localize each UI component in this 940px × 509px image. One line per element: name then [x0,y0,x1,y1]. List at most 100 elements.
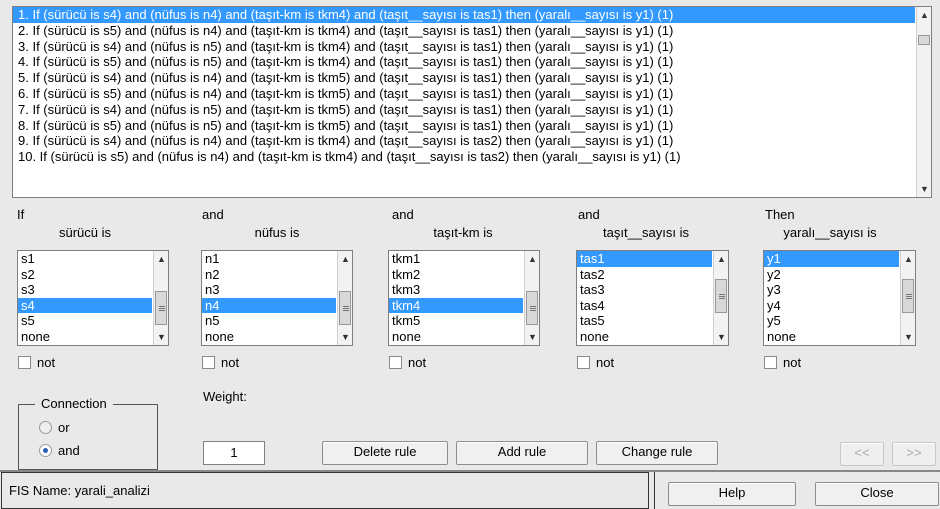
yarali-sayisi-option[interactable]: y2 [764,267,899,283]
radio-or-icon[interactable] [39,421,52,434]
nufus-option[interactable]: none [202,329,336,345]
surucu-title: sürücü is [58,225,112,240]
rule-item[interactable]: 7. If (sürücü is s4) and (nüfus is n5) a… [13,102,931,118]
tasit-sayisi-option[interactable]: tas1 [577,251,712,267]
scroll-thumb[interactable] [339,291,351,325]
surucu-option[interactable]: s1 [18,251,152,267]
scroll-down-icon[interactable]: ▼ [156,331,167,343]
tasit-sayisi-not-checkbox[interactable]: not [577,355,614,370]
scroll-thumb[interactable] [155,291,167,325]
rule-item[interactable]: 5. If (sürücü is s4) and (nüfus is n4) a… [13,70,931,86]
tasit-sayisi-scrollbar[interactable]: ▲ ▼ [713,251,728,345]
yarali-sayisi-option[interactable]: y1 [764,251,899,267]
surucu-option[interactable]: none [18,329,152,345]
close-button[interactable]: Close [815,482,939,506]
scroll-down-icon[interactable]: ▼ [527,331,538,343]
weight-label: Weight: [203,389,247,404]
surucu-listbox[interactable]: s1 s2 s3 s4 s5 none ▲ ▼ [17,250,169,346]
scroll-thumb[interactable] [902,279,914,313]
tasit-km-option[interactable]: tkm2 [389,267,523,283]
scroll-up-icon[interactable]: ▲ [340,253,351,265]
rule-item[interactable]: 10. If (sürücü is s5) and (nüfus is n4) … [13,149,931,165]
nufus-option[interactable]: n2 [202,267,336,283]
yarali-sayisi-listbox[interactable]: y1 y2 y3 y4 y5 none ▲ ▼ [763,250,916,346]
nufus-option[interactable]: n3 [202,282,336,298]
tasit-km-listbox[interactable]: tkm1 tkm2 tkm3 tkm4 tkm5 none ▲ ▼ [388,250,540,346]
nufus-option[interactable]: n1 [202,251,336,267]
tasit-sayisi-title: taşıt__sayısı is [603,225,689,240]
scroll-up-icon[interactable]: ▲ [527,253,538,265]
rule-item[interactable]: 2. If (sürücü is s5) and (nüfus is n4) a… [13,23,931,39]
scroll-down-icon[interactable]: ▼ [903,331,914,343]
rules-list[interactable]: 1. If (sürücü is s4) and (nüfus is n4) a… [12,6,932,198]
checkbox-icon[interactable] [577,356,590,369]
tasit-km-option[interactable]: tkm4 [389,297,523,313]
tasit-km-option[interactable]: tkm1 [389,251,523,267]
yarali-sayisi-option[interactable]: y3 [764,282,899,298]
tasit-sayisi-option[interactable]: none [577,329,712,345]
not-label: not [408,355,427,370]
surucu-not-checkbox[interactable]: not [18,355,55,370]
yarali-sayisi-option[interactable]: y4 [764,298,899,314]
yarali-sayisi-option[interactable]: y5 [764,313,899,329]
nufus-option[interactable]: n5 [202,313,336,329]
surucu-scrollbar[interactable]: ▲ ▼ [153,251,168,345]
nufus-scrollbar[interactable]: ▲ ▼ [337,251,352,345]
tasit-km-scrollbar[interactable]: ▲ ▼ [524,251,539,345]
tasit-sayisi-option[interactable]: tas4 [577,298,712,314]
weight-input[interactable]: 1 [203,441,265,465]
tasit-sayisi-option[interactable]: tas2 [577,267,712,283]
scroll-up-icon[interactable]: ▲ [716,253,727,265]
checkbox-icon[interactable] [389,356,402,369]
delete-rule-button[interactable]: Delete rule [322,441,448,465]
tasit-km-option[interactable]: none [389,329,523,345]
nufus-option[interactable]: n4 [202,297,336,313]
radio-and-icon[interactable] [39,444,52,457]
rule-item[interactable]: 3. If (sürücü is s4) and (nüfus is n5) a… [13,39,931,55]
rule-item[interactable]: 8. If (sürücü is s5) and (nüfus is n5) a… [13,118,931,134]
scroll-up-icon[interactable]: ▲ [903,253,914,265]
tasit-sayisi-option[interactable]: tas3 [577,282,712,298]
rules-scrollbar[interactable]: ▲ ▼ [916,7,931,197]
scroll-thumb[interactable] [526,291,538,325]
surucu-option[interactable]: s4 [18,297,152,313]
tasit-sayisi-prefix-label: and [578,207,600,222]
yarali-sayisi-option[interactable]: none [764,329,899,345]
nufus-listbox[interactable]: n1 n2 n3 n4 n5 none ▲ ▼ [201,250,353,346]
checkbox-icon[interactable] [202,356,215,369]
rule-item[interactable]: 1. If (sürücü is s4) and (nüfus is n4) a… [13,7,915,23]
tasit-km-not-checkbox[interactable]: not [389,355,426,370]
yarali-sayisi-scrollbar[interactable]: ▲ ▼ [900,251,915,345]
scroll-thumb[interactable] [715,279,727,313]
scroll-up-icon[interactable]: ▲ [919,9,930,21]
yarali-sayisi-title: yaralı__sayısı is [783,225,877,240]
not-label: not [37,355,56,370]
change-rule-button[interactable]: Change rule [596,441,718,465]
tasit-km-option[interactable]: tkm5 [389,313,523,329]
surucu-prefix-label: If [17,207,25,222]
tasit-km-option[interactable]: tkm3 [389,282,523,298]
previous-rules-button[interactable]: << [840,442,884,466]
scroll-down-icon[interactable]: ▼ [919,183,930,195]
scroll-thumb[interactable] [918,35,930,45]
surucu-option[interactable]: s5 [18,313,152,329]
help-button[interactable]: Help [668,482,796,506]
tasit-sayisi-option[interactable]: tas5 [577,313,712,329]
nufus-not-checkbox[interactable]: not [202,355,239,370]
rule-item[interactable]: 6. If (sürücü is s5) and (nüfus is n4) a… [13,86,931,102]
rule-item[interactable]: 4. If (sürücü is s5) and (nüfus is n5) a… [13,54,931,70]
radio-or[interactable]: or [39,420,70,435]
tasit-sayisi-listbox[interactable]: tas1 tas2 tas3 tas4 tas5 none ▲ ▼ [576,250,729,346]
radio-and[interactable]: and [39,443,80,458]
scroll-up-icon[interactable]: ▲ [156,253,167,265]
next-rules-button[interactable]: >> [892,442,936,466]
surucu-option[interactable]: s2 [18,267,152,283]
yarali-sayisi-not-checkbox[interactable]: not [764,355,801,370]
rule-item[interactable]: 9. If (sürücü is s4) and (nüfus is n4) a… [13,133,931,149]
scroll-down-icon[interactable]: ▼ [716,331,727,343]
scroll-down-icon[interactable]: ▼ [340,331,351,343]
surucu-option[interactable]: s3 [18,282,152,298]
checkbox-icon[interactable] [18,356,31,369]
checkbox-icon[interactable] [764,356,777,369]
add-rule-button[interactable]: Add rule [456,441,588,465]
